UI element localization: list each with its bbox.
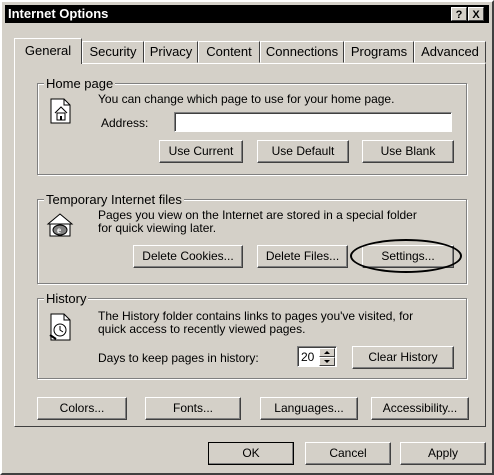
tab-advanced[interactable]: Advanced (414, 41, 486, 63)
settings-highlight-ellipse (350, 239, 462, 273)
internet-options-dialog: Internet Options ? X General Security Pr… (0, 0, 494, 475)
arrow-down-icon (324, 360, 330, 363)
tab-privacy[interactable]: Privacy (144, 41, 198, 63)
cancel-button[interactable]: Cancel (305, 442, 391, 465)
languages-button[interactable]: Languages... (260, 397, 358, 420)
tab-programs[interactable]: Programs (344, 41, 414, 63)
clear-history-button[interactable]: Clear History (352, 346, 454, 369)
history-legend: History (44, 291, 89, 306)
address-input[interactable] (174, 112, 452, 132)
delete-cookies-button[interactable]: Delete Cookies... (133, 245, 243, 268)
use-default-button[interactable]: Use Default (257, 140, 349, 163)
home-page-icon (50, 98, 71, 124)
colors-button[interactable]: Colors... (37, 397, 127, 420)
window-title: Internet Options (8, 6, 109, 21)
help-button[interactable]: ? (451, 7, 467, 21)
days-label: Days to keep pages in history: (98, 351, 259, 365)
temporary-files-group: Temporary Internet files e Pages you vie… (37, 192, 467, 284)
temporary-files-icon: e (46, 213, 74, 237)
days-stepper[interactable]: 20 (297, 346, 337, 367)
close-button[interactable]: X (468, 7, 484, 21)
tab-security[interactable]: Security (82, 41, 144, 63)
ok-button[interactable]: OK (208, 442, 294, 465)
temporary-files-legend: Temporary Internet files (44, 192, 184, 207)
home-page-group: Home page You can change which page to u… (37, 76, 467, 175)
general-tab-panel: Home page You can change which page to u… (14, 63, 486, 427)
arrow-up-icon (324, 351, 330, 354)
address-label: Address: (101, 116, 149, 130)
delete-files-button[interactable]: Delete Files... (257, 245, 348, 268)
history-description-1: The History folder contains links to pag… (98, 309, 414, 323)
history-group: History The History folder contains link… (37, 291, 467, 379)
fonts-button[interactable]: Fonts... (145, 397, 241, 420)
home-page-description: You can change which page to use for you… (98, 92, 395, 106)
tab-connections[interactable]: Connections (260, 41, 344, 63)
history-icon (49, 313, 71, 341)
apply-button[interactable]: Apply (400, 442, 486, 465)
temporary-files-description-1: Pages you view on the Internet are store… (98, 208, 417, 222)
home-page-legend: Home page (44, 76, 116, 91)
days-value: 20 (301, 350, 315, 364)
svg-text:e: e (57, 225, 61, 235)
use-blank-button[interactable]: Use Blank (362, 140, 454, 163)
days-up-button[interactable] (319, 348, 335, 357)
accessibility-button[interactable]: Accessibility... (371, 397, 469, 420)
days-down-button[interactable] (319, 357, 335, 366)
title-bar: Internet Options ? X (5, 5, 489, 23)
history-description-2: quick access to recently viewed pages. (98, 322, 306, 336)
tab-general[interactable]: General (14, 38, 82, 64)
tab-content[interactable]: Content (198, 41, 260, 63)
use-current-button[interactable]: Use Current (159, 140, 243, 163)
temporary-files-description-2: for quick viewing later. (98, 221, 217, 235)
